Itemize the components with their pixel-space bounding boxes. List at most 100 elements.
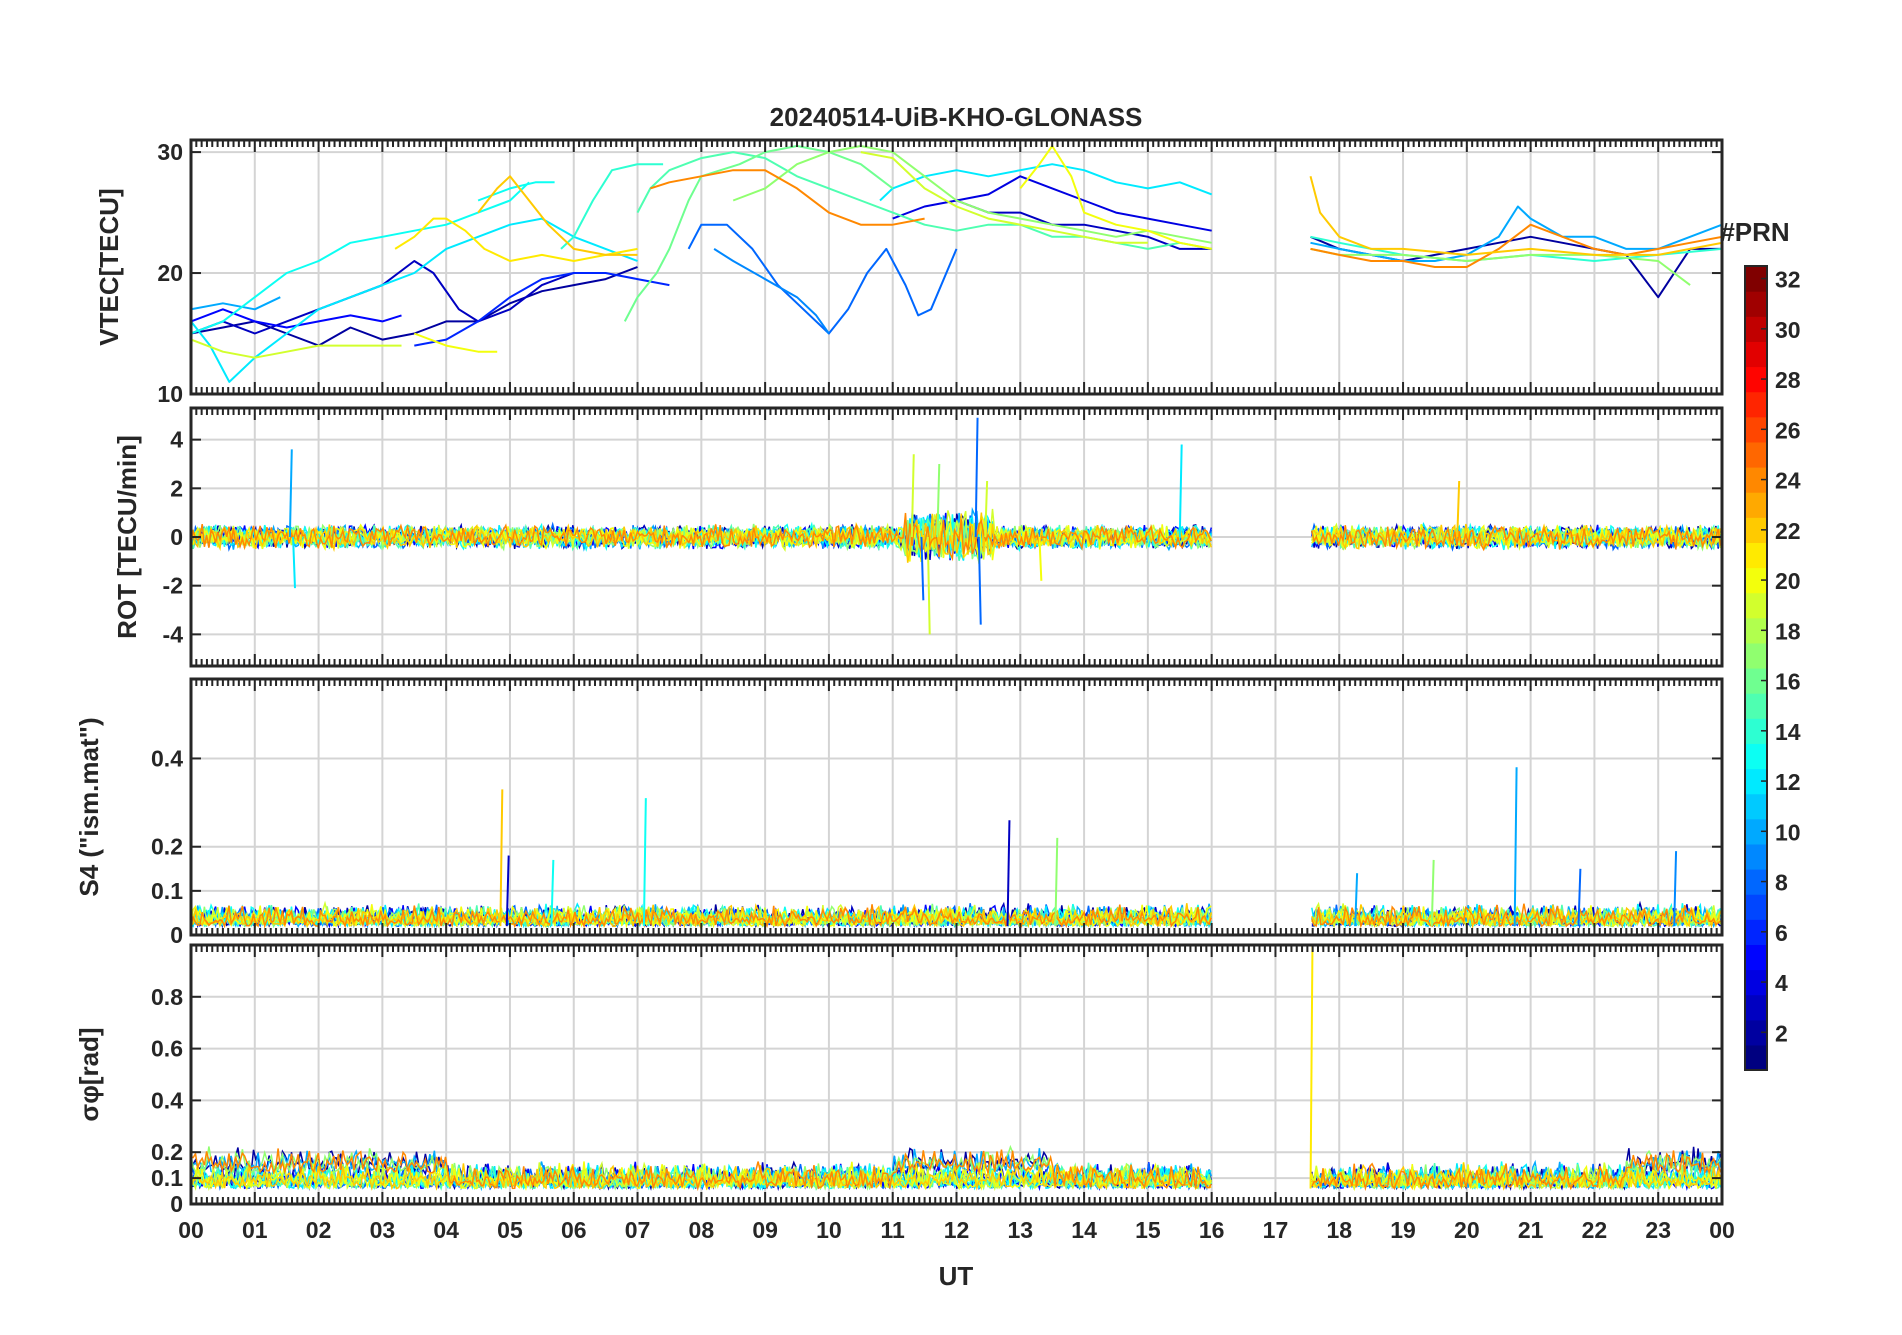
colorbar: 2468101214161820222426283032#PRN — [1720, 217, 1801, 1071]
figure: 20240514-UiB-KHO-GLONASS 10 20 30 VTEC[TECU… — [0, 0, 1902, 1330]
colorbar-tick-label: 22 — [1775, 518, 1801, 544]
x-tick-label: 16 — [1199, 1217, 1225, 1243]
x-tick-label: 22 — [1582, 1217, 1608, 1243]
x-tick-label: 09 — [752, 1217, 778, 1243]
series-line-prn-20 — [1019, 145, 1212, 250]
series-line-prn-13 — [191, 181, 530, 335]
series-line-prn-22 — [477, 175, 638, 256]
x-tick-label: 23 — [1645, 1217, 1671, 1243]
series-line-prn-16 — [623, 145, 894, 322]
series-line-prn-10 — [1310, 205, 1722, 262]
x-tick-label: 17 — [1263, 1217, 1289, 1243]
colorbar-segment — [1745, 994, 1767, 1021]
y-tick-label: 0.4 — [151, 745, 183, 771]
colorbar-tick-label: 4 — [1775, 970, 1788, 996]
colorbar-segment — [1745, 894, 1767, 920]
y-tick-label: 2 — [170, 475, 183, 501]
y-axis-label-rot: ROT [TECU/min] — [112, 435, 142, 639]
colorbar-segment — [1745, 592, 1767, 619]
panel-rot: -4 -2 0 2 4 ROT [TECU/min] — [112, 406, 1724, 668]
x-tick-label: 05 — [497, 1217, 523, 1243]
y-tick-label: 0.1 — [151, 878, 183, 904]
series-line-prn-8 — [687, 223, 958, 335]
multi-panel-chart: 20240514-UiB-KHO-GLONASS 102030VTEC[TECU… — [74, 102, 1801, 1291]
colorbar-segment — [1745, 542, 1767, 569]
colorbar-title: #PRN — [1720, 217, 1789, 247]
colorbar-tick-label: 18 — [1775, 618, 1801, 644]
colorbar-tick-label: 10 — [1775, 819, 1801, 845]
panel-sigma_phi: 00.10.2 0.4 0.6 0.8 σφ[rad] 00 01 02 03 04 05 06 07 0… — [74, 943, 1735, 1243]
colorbar-tick-label: 30 — [1775, 317, 1801, 343]
panel-s4: 0 0.1 0.2 0.4 S4 ("ism.mat") — [74, 677, 1724, 948]
colorbar-tick-label: 2 — [1775, 1020, 1788, 1046]
colorbar-tick-label: 16 — [1775, 669, 1801, 695]
y-tick-label: 30 — [157, 139, 183, 165]
colorbar-tick-label: 20 — [1775, 568, 1801, 594]
y-tick-label: 10 — [157, 381, 183, 407]
x-tick-label: 21 — [1518, 1217, 1544, 1243]
colorbar-segment — [1745, 391, 1767, 418]
spike-prn-12 — [1178, 444, 1183, 538]
x-tick-label: 03 — [370, 1217, 396, 1243]
x-tick-label: 10 — [816, 1217, 842, 1243]
y-tick-label: 0 — [170, 922, 183, 948]
y-tick-label: 0.2 — [151, 1139, 183, 1165]
colorbar-tick-label: 28 — [1775, 367, 1801, 393]
colorbar-tick-label: 6 — [1775, 920, 1788, 946]
colorbar-segment — [1745, 743, 1767, 770]
y-tick-label: 0.4 — [151, 1087, 183, 1113]
x-tick-label: 00 — [1709, 1217, 1735, 1243]
colorbar-segment — [1745, 492, 1767, 518]
colorbar-tick-label: 24 — [1775, 468, 1801, 494]
y-tick-label: -4 — [163, 621, 184, 647]
grid-s4 — [191, 679, 1722, 935]
colorbar-segment — [1745, 1044, 1767, 1071]
colorbar-segment — [1745, 793, 1767, 820]
x-tick-label: 07 — [625, 1217, 651, 1243]
colorbar-tick-label: 26 — [1775, 417, 1801, 443]
colorbar-segment — [1745, 693, 1767, 719]
spike-prn-22 — [499, 789, 504, 927]
colorbar-segment — [1745, 441, 1767, 468]
spike-prn-10 — [288, 449, 293, 538]
series-line-prn-24 — [1310, 223, 1722, 268]
y-axis-label-sigma_phi: σφ[rad] — [74, 1027, 104, 1121]
x-axis-label: UT — [939, 1261, 974, 1291]
series-line-prn-14 — [560, 163, 664, 250]
series-line-prn-10 — [191, 296, 281, 311]
colorbar-tick-label: 12 — [1775, 769, 1801, 795]
x-tick-label: 19 — [1390, 1217, 1416, 1243]
y-tick-label: 0 — [170, 1191, 183, 1217]
y-tick-label: 4 — [170, 427, 183, 453]
series-line-prn-2 — [1310, 235, 1722, 299]
x-tick-label: 02 — [306, 1217, 332, 1243]
x-tick-label: 01 — [242, 1217, 268, 1243]
spike-prn-13 — [642, 798, 647, 927]
y-tick-label: 20 — [157, 260, 183, 286]
colorbar-segment — [1745, 642, 1767, 669]
x-tick-label: 20 — [1454, 1217, 1480, 1243]
y-axis-label-s4: S4 ("ism.mat") — [74, 717, 104, 896]
colorbar-segment — [1745, 291, 1767, 317]
y-tick-label: 0.2 — [151, 834, 183, 860]
series-line-prn-9 — [713, 248, 830, 335]
colorbar-segment — [1745, 944, 1767, 971]
x-tick-label: 04 — [433, 1217, 459, 1243]
y-tick-label: -2 — [163, 573, 183, 599]
colorbar-tick-label: 8 — [1775, 870, 1788, 896]
y-tick-label: 0.1 — [151, 1165, 183, 1191]
x-tick-label: 06 — [561, 1217, 587, 1243]
x-tick-label: 12 — [944, 1217, 970, 1243]
y-tick-label: 0.6 — [151, 1036, 183, 1062]
series-line-prn-19 — [191, 338, 402, 359]
colorbar-tick-label: 14 — [1775, 719, 1801, 745]
series-line-prn-12 — [879, 163, 1213, 202]
x-tick-label: 15 — [1135, 1217, 1161, 1243]
colorbar-segment — [1745, 341, 1767, 368]
x-tick-label: 18 — [1326, 1217, 1352, 1243]
chart-title: 20240514-UiB-KHO-GLONASS — [770, 102, 1143, 132]
x-tick-label: 11 — [881, 1217, 906, 1243]
y-axis-label-vtec: VTEC[TECU] — [94, 188, 124, 345]
panel-vtec: 10 20 30 VTEC[TECU] — [94, 138, 1724, 407]
x-tick-label: 13 — [1007, 1217, 1033, 1243]
